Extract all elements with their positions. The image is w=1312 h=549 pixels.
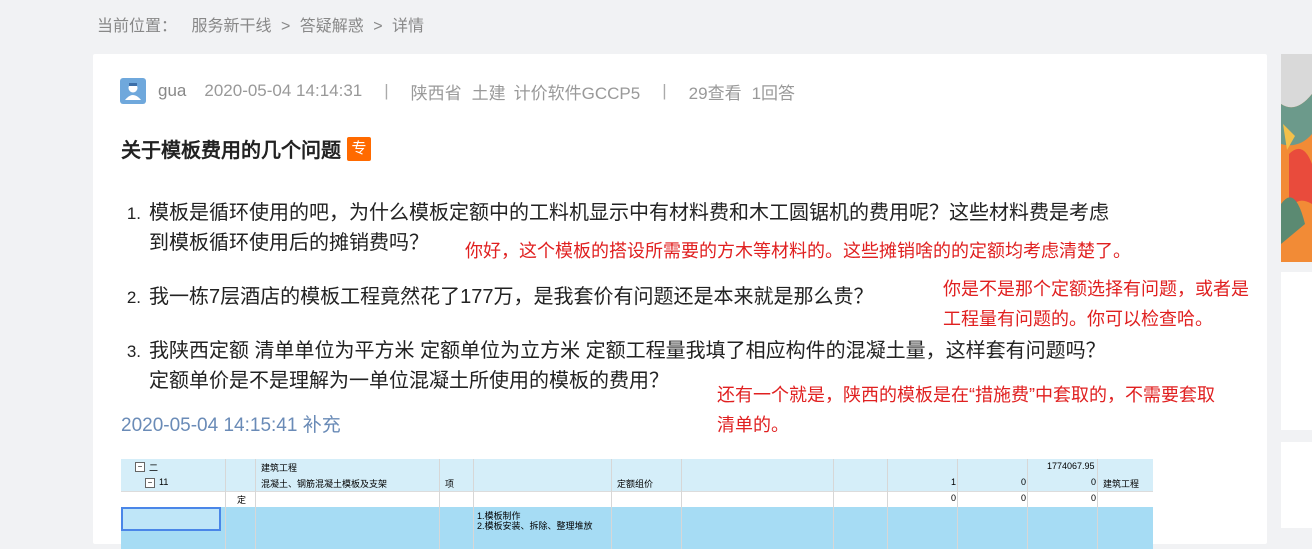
expert-badge: 专 <box>347 136 371 161</box>
sidebar-panel <box>1281 442 1312 528</box>
sheet-value: 0 <box>1021 493 1027 503</box>
question-title-text: 关于模板费用的几个问题 <box>121 140 341 162</box>
question-number: 1. <box>126 204 141 223</box>
supplement-label: 补充 <box>302 415 341 436</box>
sidebar-banner-image[interactable] <box>1281 54 1312 262</box>
sheet-gridline <box>1097 459 1098 549</box>
sheet-gridline <box>887 459 888 549</box>
breadcrumb-link-qa[interactable]: 答疑解惑 <box>300 18 364 35</box>
sheet-row: 1.模板制作 2.模板安装、拆除、整理堆放 <box>121 507 1153 549</box>
software-tag: 计价软件GCCP5 <box>513 83 641 103</box>
breadcrumb: 当前位置： 服务新干线 > 答疑解惑 > 详情 <box>97 12 424 36</box>
sheet-name: 混凝土、钢筋混凝土模板及支架 <box>261 479 388 489</box>
collapse-icon: − <box>145 478 155 488</box>
answer-note-line: 清单的。 <box>717 415 789 435</box>
question-title: 关于模板费用的几个问题 专 <box>121 134 371 163</box>
question-text: 我一栋7层酒店的模板工程竟然花了177万，是我套价有问题还是本来就是那么贵？ <box>149 286 874 308</box>
meta-divider: | <box>384 81 389 100</box>
sheet-value: 0 <box>1021 477 1027 487</box>
sheet-desc: 2.模板安装、拆除、整理堆放 <box>477 521 593 531</box>
supplement-header: 2020-05-04 14:15:41 补充 <box>121 410 341 437</box>
answer-note-line: 工程量有问题的。你可以检查哈。 <box>943 309 1213 329</box>
attached-spreadsheet-image[interactable]: − 二 建筑工程 1774067.95 − 11 混凝土、钢筋混凝土模板及支架 … <box>121 459 1153 549</box>
sheet-gridline <box>833 459 834 549</box>
question-card: gua 2020-05-04 14:14:31 | 陕西省 土建 计价软件GCC… <box>93 54 1267 549</box>
question-number: 3. <box>126 342 141 361</box>
sheet-gridline <box>439 459 440 549</box>
sheet-gridline <box>1027 459 1028 549</box>
sheet-value: 0 <box>1091 493 1097 503</box>
sheet-gridline <box>611 459 612 549</box>
sheet-value: 0 <box>951 493 957 503</box>
question-item-2: 2. 我一栋7层酒店的模板工程竟然花了177万，是我套价有问题还是本来就是那么贵… <box>127 282 874 312</box>
breadcrumb-separator: > <box>280 18 291 35</box>
question-meta: gua 2020-05-04 14:14:31 | 陕西省 土建 计价软件GCC… <box>120 78 795 104</box>
avatar[interactable] <box>120 78 146 104</box>
banner-artwork <box>1281 54 1312 262</box>
question-text: 我陕西定额 清单单位为平方米 定额单位为立方米 定额工程量我填了相应构件的混凝土… <box>149 340 1106 362</box>
sheet-code: 11 <box>159 477 169 487</box>
answer-note-line: 还有一个就是，陕西的模板是在“措施费”中套取的，不需要套取 <box>717 385 1215 405</box>
sheet-value: 1 <box>951 477 957 487</box>
sheet-kind: 定 <box>237 495 247 505</box>
view-count: 29查看 <box>688 83 742 103</box>
sidebar-panel <box>1281 272 1312 430</box>
supplement-datetime: 2020-05-04 14:15:41 <box>121 415 298 436</box>
sheet-type: 定额组价 <box>617 479 654 489</box>
answer-note-2: 你是不是那个定额选择有问题，或者是 工程量有问题的。你可以检查哈。 <box>943 274 1249 334</box>
breadcrumb-label: 当前位置： <box>97 18 178 35</box>
sheet-name: 建筑工程 <box>261 463 298 473</box>
question-number: 2. <box>126 288 141 307</box>
breadcrumb-link-service[interactable]: 服务新干线 <box>191 18 271 35</box>
sheet-gridline <box>255 459 256 549</box>
sheet-gridline <box>681 459 682 549</box>
sheet-total: 1774067.95 <box>1047 461 1095 471</box>
meta-divider: | <box>662 81 667 100</box>
breadcrumb-current: 详情 <box>392 18 425 35</box>
selected-cell <box>121 507 221 531</box>
user-avatar-icon <box>125 83 141 100</box>
sheet-row: − 二 建筑工程 1774067.95 <box>121 459 1153 476</box>
sheet-tail: 建筑工程 <box>1103 479 1140 489</box>
sheet-gridline <box>225 459 226 549</box>
province-tag: 陕西省 <box>410 83 462 103</box>
sheet-row: − 11 混凝土、钢筋混凝土模板及支架 项 定额组价 1 0 0 建筑工程 <box>121 475 1153 492</box>
sheet-code: 二 <box>149 463 159 473</box>
sheet-row: 定 0 0 0 <box>121 491 1153 508</box>
collapse-icon: − <box>135 462 145 472</box>
username[interactable]: gua <box>158 81 186 101</box>
question-text: 模板是循环使用的吧，为什么模板定额中的工料机显示中有材料费和木工圆锯机的费用呢？… <box>149 202 1109 224</box>
answer-note-line: 你是不是那个定额选择有问题，或者是 <box>943 279 1249 299</box>
discipline-tag: 土建 <box>471 83 506 103</box>
sheet-value: 0 <box>1091 477 1097 487</box>
answer-note-1: 你好，这个模板的搭设所需要的方木等材料的。这些摊销啥的的定额均考虑清楚了。 <box>465 241 1131 261</box>
sheet-unit: 项 <box>445 479 455 489</box>
sheet-gridline <box>957 459 958 549</box>
breadcrumb-separator: > <box>373 18 383 35</box>
answer-note-3: 还有一个就是，陕西的模板是在“措施费”中套取的，不需要套取 清单的。 <box>717 380 1215 440</box>
sheet-gridline <box>473 459 474 549</box>
answer-count: 1回答 <box>751 83 796 103</box>
post-datetime: 2020-05-04 14:14:31 <box>204 81 363 100</box>
